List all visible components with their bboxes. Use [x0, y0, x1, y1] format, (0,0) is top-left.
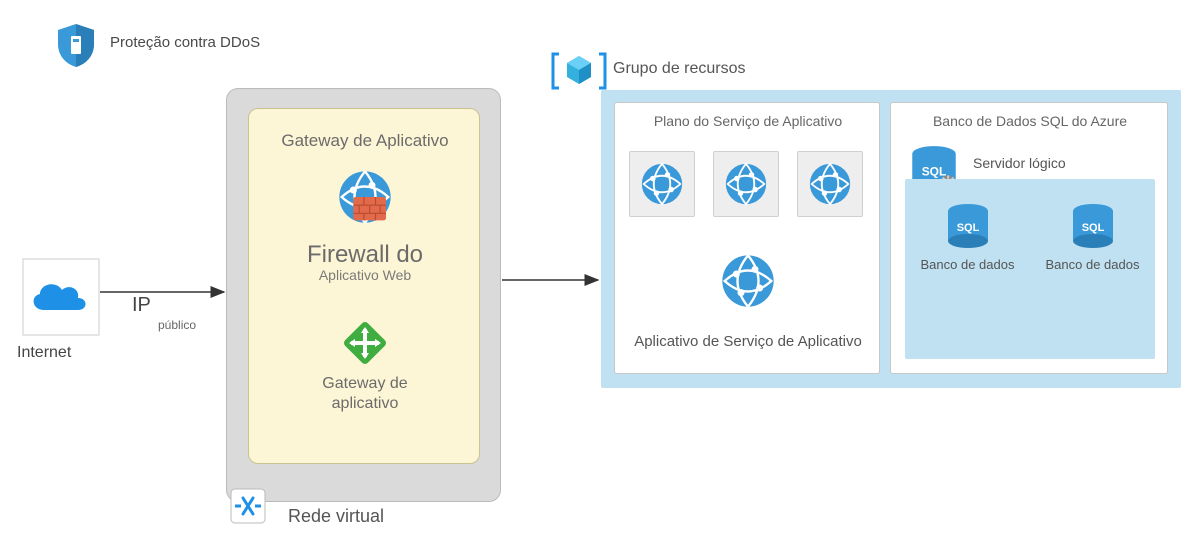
arrows-layer — [0, 0, 1196, 553]
